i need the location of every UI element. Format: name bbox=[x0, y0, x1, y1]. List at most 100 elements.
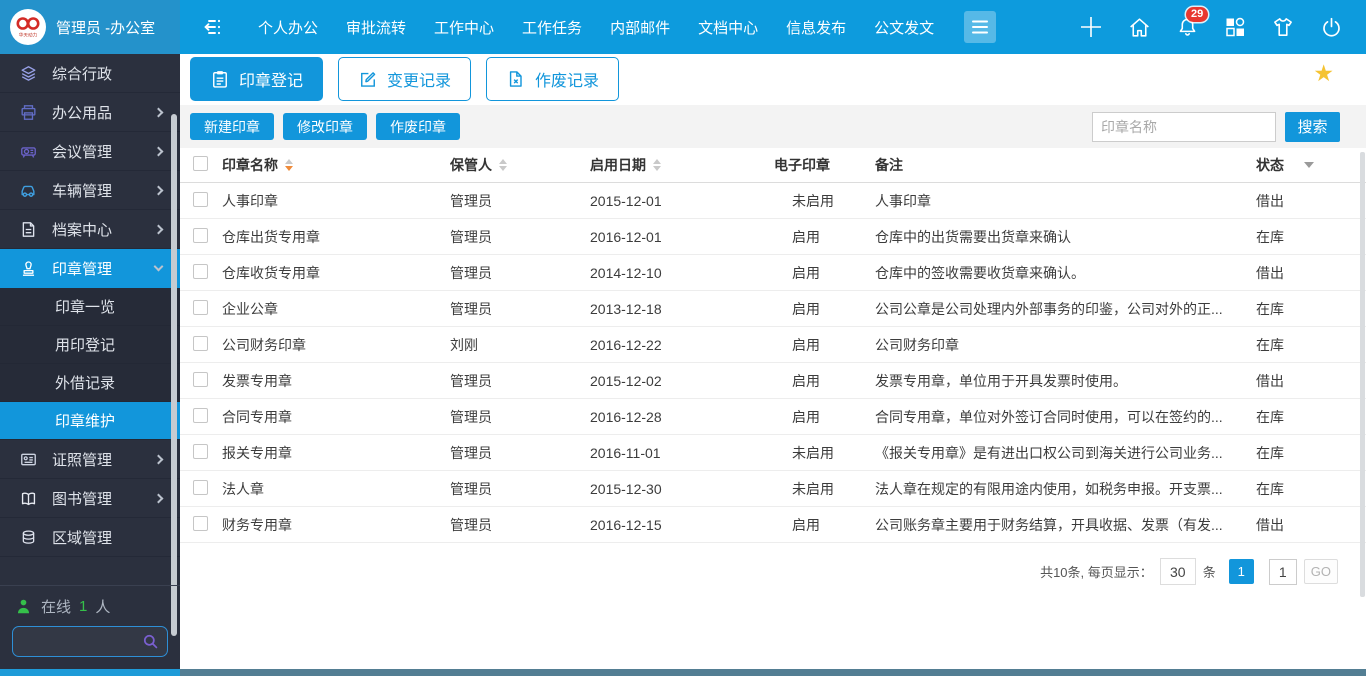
online-count: 1 bbox=[79, 598, 87, 615]
current-user[interactable]: 管理员 -办公室 bbox=[56, 17, 155, 38]
search-icon[interactable] bbox=[141, 632, 160, 651]
pagination: 共10条, 每页显示： 条 1 GO bbox=[180, 558, 1366, 585]
home-icon[interactable] bbox=[1126, 14, 1152, 40]
car-icon bbox=[18, 180, 38, 200]
cell-status: 在库 bbox=[1256, 407, 1366, 427]
row-checkbox[interactable] bbox=[193, 444, 208, 459]
goto-page-input[interactable] bbox=[1269, 559, 1297, 585]
nav-item-info-publish[interactable]: 信息发布 bbox=[772, 17, 860, 38]
column-keeper[interactable]: 保管人 bbox=[450, 155, 590, 175]
cell-keeper: 管理员 bbox=[450, 371, 590, 391]
sidebar-scrollbar[interactable] bbox=[171, 114, 177, 636]
online-label: 在线 bbox=[41, 596, 71, 617]
void-seal-button[interactable]: 作废印章 bbox=[376, 113, 460, 140]
nav-collapse-icon[interactable] bbox=[202, 15, 226, 39]
table-row[interactable]: 报关专用章 管理员 2016-11-01 未启用 《报关专用章》是有进出口权公司… bbox=[180, 435, 1366, 471]
sidebar-item-admin[interactable]: 综合行政 bbox=[0, 54, 180, 93]
tab-change-records[interactable]: 变更记录 bbox=[338, 57, 471, 101]
submenu-item-seal-maintenance[interactable]: 印章维护 bbox=[0, 402, 180, 440]
plus-icon[interactable] bbox=[1078, 14, 1104, 40]
sidebar-item-license[interactable]: 证照管理 bbox=[0, 440, 180, 479]
sidebar-item-archive[interactable]: 档案中心 bbox=[0, 210, 180, 249]
cell-keeper: 管理员 bbox=[450, 407, 590, 427]
cell-status: 借出 bbox=[1256, 371, 1366, 391]
column-start-date[interactable]: 启用日期 bbox=[590, 155, 768, 175]
row-checkbox[interactable] bbox=[193, 516, 208, 531]
status-filter-caret-icon bbox=[1304, 162, 1314, 168]
nav-item-document-center[interactable]: 文档中心 bbox=[684, 17, 772, 38]
nav-item-work-center[interactable]: 工作中心 bbox=[420, 17, 508, 38]
sidebar-item-seal[interactable]: 印章管理 bbox=[0, 249, 180, 288]
sidebar-item-vehicle[interactable]: 车辆管理 bbox=[0, 171, 180, 210]
cell-seal-name: 合同专用章 bbox=[222, 407, 450, 427]
nav-item-work-tasks[interactable]: 工作任务 bbox=[508, 17, 596, 38]
nav-item-approval-flow[interactable]: 审批流转 bbox=[332, 17, 420, 38]
nav-item-internal-mail[interactable]: 内部邮件 bbox=[596, 17, 684, 38]
cell-status: 在库 bbox=[1256, 443, 1366, 463]
brand-area: 华天动力 管理员 -办公室 bbox=[0, 0, 180, 54]
row-checkbox[interactable] bbox=[193, 228, 208, 243]
toolbar: 新建印章 修改印章 作废印章 搜索 bbox=[180, 105, 1366, 148]
nav-item-official-docs[interactable]: 公文发文 bbox=[860, 17, 948, 38]
select-all-checkbox[interactable] bbox=[193, 156, 208, 171]
column-seal-name[interactable]: 印章名称 bbox=[222, 155, 450, 175]
search-button[interactable]: 搜索 bbox=[1285, 112, 1340, 142]
main-scrollbar[interactable] bbox=[1360, 152, 1365, 597]
bell-icon[interactable]: 29 bbox=[1174, 14, 1200, 40]
table-row[interactable]: 人事印章 管理员 2015-12-01 未启用 人事印章 借出 bbox=[180, 183, 1366, 219]
table-row[interactable]: 合同专用章 管理员 2016-12-28 启用 合同专用章，单位对外签订合同时使… bbox=[180, 399, 1366, 435]
cell-eseal: 启用 bbox=[768, 407, 875, 427]
cell-start-date: 2016-12-01 bbox=[590, 229, 768, 245]
hamburger-icon bbox=[971, 19, 989, 35]
sidebar-item-library[interactable]: 图书管理 bbox=[0, 479, 180, 518]
row-checkbox[interactable] bbox=[193, 192, 208, 207]
table-row[interactable]: 企业公章 管理员 2013-12-18 启用 公司公章是公司处理内外部事务的印鉴… bbox=[180, 291, 1366, 327]
page-size-input[interactable] bbox=[1160, 558, 1196, 585]
table-row[interactable]: 财务专用章 管理员 2016-12-15 启用 公司账务章主要用于财务结算，开具… bbox=[180, 507, 1366, 543]
cell-start-date: 2016-12-15 bbox=[590, 517, 768, 533]
row-checkbox[interactable] bbox=[193, 408, 208, 423]
cell-eseal: 启用 bbox=[768, 515, 875, 535]
online-unit: 人 bbox=[95, 596, 110, 617]
table-row[interactable]: 公司财务印章 刘刚 2016-12-22 启用 公司财务印章 在库 bbox=[180, 327, 1366, 363]
sidebar-item-office-supplies[interactable]: 办公用品 bbox=[0, 93, 180, 132]
chevron-down-icon bbox=[154, 261, 164, 271]
sidebar-item-meeting[interactable]: 会议管理 bbox=[0, 132, 180, 171]
current-page-button[interactable]: 1 bbox=[1229, 559, 1254, 584]
table-row[interactable]: 仓库出货专用章 管理员 2016-12-01 启用 仓库中的出货需要出货章来确认… bbox=[180, 219, 1366, 255]
favorite-star-icon[interactable]: ★ bbox=[1313, 62, 1334, 85]
cell-keeper: 管理员 bbox=[450, 443, 590, 463]
theme-shirt-icon[interactable] bbox=[1270, 14, 1296, 40]
row-checkbox[interactable] bbox=[193, 372, 208, 387]
sort-icon bbox=[499, 159, 507, 171]
cell-remark: 《报关专用章》是有进出口权公司到海关进行公司业务... bbox=[875, 443, 1256, 463]
row-checkbox[interactable] bbox=[193, 264, 208, 279]
edit-seal-button[interactable]: 修改印章 bbox=[283, 113, 367, 140]
apps-grid-icon[interactable] bbox=[1222, 14, 1248, 40]
sidebar-item-region[interactable]: 区域管理 bbox=[0, 518, 180, 557]
table-row[interactable]: 法人章 管理员 2015-12-30 未启用 法人章在规定的有限用途内使用，如税… bbox=[180, 471, 1366, 507]
row-checkbox[interactable] bbox=[193, 300, 208, 315]
tab-seal-register[interactable]: 印章登记 bbox=[190, 57, 323, 101]
go-button[interactable]: GO bbox=[1304, 559, 1338, 584]
app-logo[interactable]: 华天动力 bbox=[10, 9, 46, 45]
table-row[interactable]: 发票专用章 管理员 2015-12-02 启用 发票专用章，单位用于开具发票时使… bbox=[180, 363, 1366, 399]
tabs-bar: 印章登记 变更记录 作废记录 ★ bbox=[180, 54, 1366, 105]
row-checkbox[interactable] bbox=[193, 480, 208, 495]
tab-void-records[interactable]: 作废记录 bbox=[486, 57, 619, 101]
table-row[interactable]: 仓库收货专用章 管理员 2014-12-10 启用 仓库中的签收需要收货章来确认… bbox=[180, 255, 1366, 291]
cell-seal-name: 企业公章 bbox=[222, 299, 450, 319]
cell-eseal: 未启用 bbox=[768, 443, 875, 463]
row-checkbox[interactable] bbox=[193, 336, 208, 351]
main-content: 印章登记 变更记录 作废记录 ★ 新建印章 修改印章 作废印章 bbox=[180, 54, 1366, 669]
column-status[interactable]: 状态 bbox=[1256, 155, 1366, 175]
seal-name-search-input[interactable] bbox=[1092, 112, 1276, 142]
logout-power-icon[interactable] bbox=[1318, 14, 1344, 40]
more-menu-button[interactable] bbox=[964, 11, 996, 43]
new-seal-button[interactable]: 新建印章 bbox=[190, 113, 274, 140]
chevron-right-icon bbox=[154, 454, 164, 464]
submenu-item-seal-list[interactable]: 印章一览 bbox=[0, 288, 180, 326]
submenu-item-seal-usage[interactable]: 用印登记 bbox=[0, 326, 180, 364]
nav-item-personal-office[interactable]: 个人办公 bbox=[244, 17, 332, 38]
submenu-item-seal-lending[interactable]: 外借记录 bbox=[0, 364, 180, 402]
